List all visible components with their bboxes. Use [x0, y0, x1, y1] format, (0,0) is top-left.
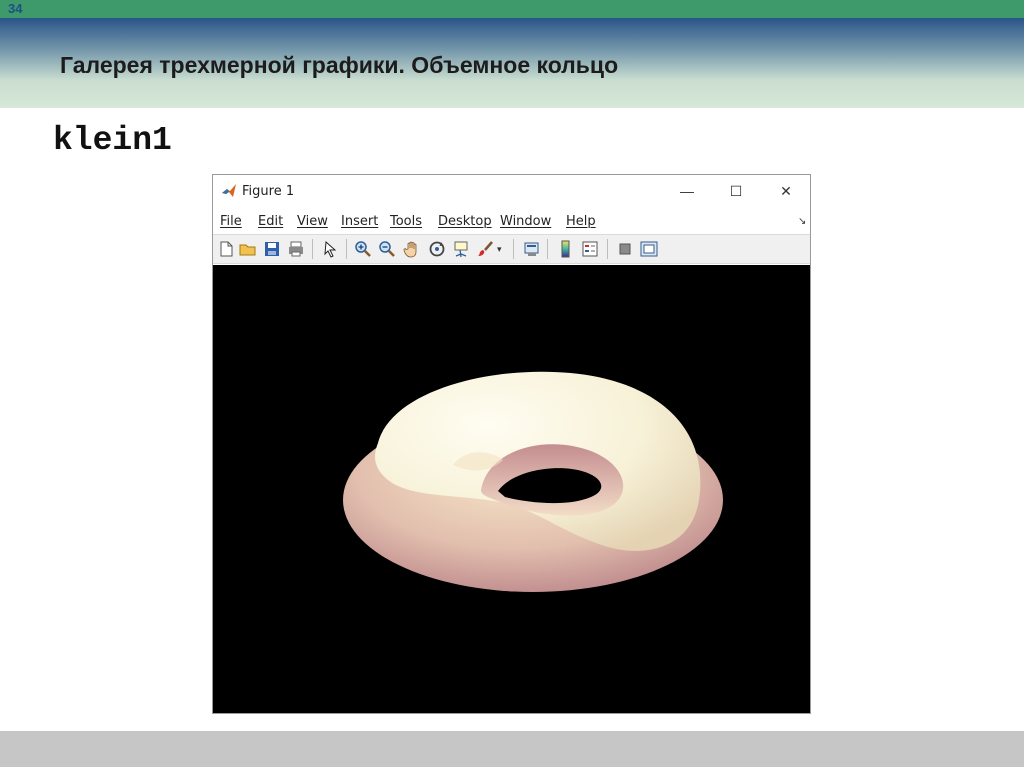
link-plot-icon[interactable] — [523, 240, 541, 258]
menu-help[interactable]: Help — [566, 214, 596, 229]
menu-desktop[interactable]: Desktop — [438, 214, 492, 229]
toolbar-separator — [607, 239, 608, 259]
menu-view[interactable]: View — [297, 214, 328, 229]
brush-icon[interactable] — [477, 240, 495, 258]
menu-bar: File Edit View Insert Tools Desktop Wind… — [213, 209, 810, 233]
axes-plot-area[interactable] — [213, 265, 810, 713]
edit-plot-arrow-icon[interactable] — [321, 240, 339, 258]
header-accent-strip — [0, 0, 1024, 18]
toolbar-separator — [513, 239, 514, 259]
new-figure-icon[interactable] — [217, 240, 235, 258]
slide-title: Галерея трехмерной графики. Объемное кол… — [60, 52, 619, 78]
toolbar-separator — [312, 239, 313, 259]
rotate-3d-icon[interactable] — [428, 240, 446, 258]
slide-number: 34 — [8, 1, 23, 16]
toolbar-separator — [547, 239, 548, 259]
klein-bottle-surface — [343, 371, 723, 592]
print-icon[interactable] — [287, 240, 305, 258]
menu-window[interactable]: Window — [500, 214, 551, 229]
slide-footer — [0, 731, 1024, 767]
insert-legend-icon[interactable] — [581, 240, 599, 258]
menu-edit[interactable]: Edit — [258, 214, 283, 229]
insert-colorbar-icon[interactable] — [557, 240, 575, 258]
pan-hand-icon[interactable] — [403, 240, 421, 258]
maximize-button[interactable]: ☐ — [725, 181, 747, 201]
dock-figure-arrow-icon[interactable]: ↘ — [798, 216, 806, 227]
show-plot-tools-icon[interactable] — [640, 240, 658, 258]
hide-plot-tools-icon[interactable] — [616, 240, 634, 258]
window-title: Figure 1 — [242, 184, 295, 199]
zoom-out-icon[interactable] — [378, 240, 396, 258]
menu-insert[interactable]: Insert — [341, 214, 378, 229]
figure-toolbar: ▾ — [213, 234, 810, 264]
zoom-in-icon[interactable] — [354, 240, 372, 258]
menu-file[interactable]: File — [220, 214, 242, 229]
save-icon[interactable] — [263, 240, 281, 258]
brush-dropdown-icon[interactable]: ▾ — [497, 240, 507, 258]
command-label: klein1 — [53, 122, 172, 159]
matlab-logo-icon — [222, 184, 236, 197]
data-cursor-icon[interactable] — [452, 240, 470, 258]
slide-header: 34 Галерея трехмерной графики. Объемное … — [0, 0, 1024, 108]
close-button[interactable]: ✕ — [775, 181, 797, 201]
menu-tools[interactable]: Tools — [390, 214, 422, 229]
window-titlebar[interactable]: Figure 1 — ☐ ✕ — [213, 175, 810, 207]
matlab-figure-window[interactable]: Figure 1 — ☐ ✕ File Edit View Insert Too… — [212, 174, 811, 714]
open-file-icon[interactable] — [239, 240, 257, 258]
toolbar-separator — [346, 239, 347, 259]
minimize-button[interactable]: — — [676, 181, 698, 201]
